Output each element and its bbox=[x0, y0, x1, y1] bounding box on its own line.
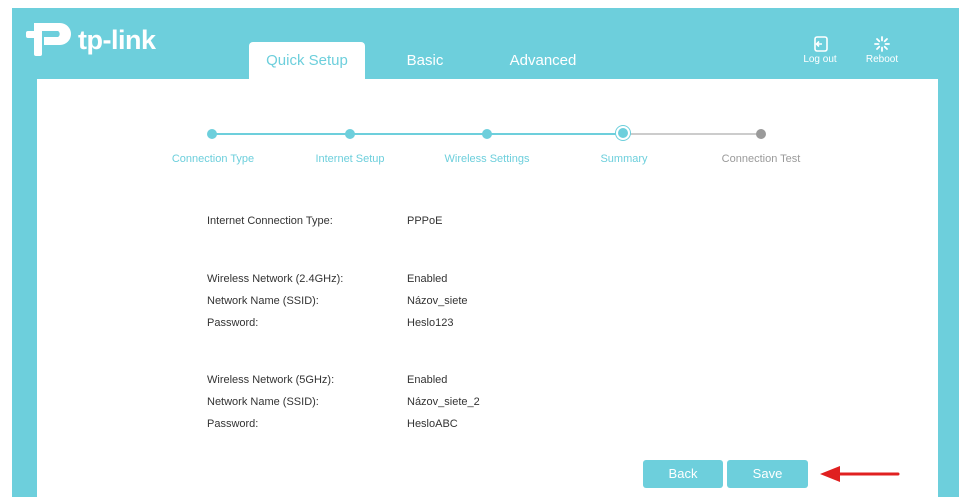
wifi24-status-value: Enabled bbox=[407, 273, 448, 285]
step-label-wireless-settings: Wireless Settings bbox=[444, 153, 530, 165]
progress-track-upcoming bbox=[624, 133, 761, 135]
tab-advanced[interactable]: Advanced bbox=[500, 42, 586, 79]
step-dot-connection-type bbox=[207, 129, 217, 139]
save-button[interactable]: Save bbox=[727, 460, 808, 488]
wifi24-ssid-label: Network Name (SSID): bbox=[207, 295, 319, 307]
internet-type-value: PPPoE bbox=[407, 215, 443, 227]
logout-label: Log out bbox=[803, 54, 837, 65]
step-label-connection-type: Connection Type bbox=[171, 153, 255, 165]
step-dot-wireless-settings bbox=[482, 129, 492, 139]
wifi24-ssid-value: Názov_siete bbox=[407, 295, 468, 307]
wifi5-ssid-label: Network Name (SSID): bbox=[207, 396, 319, 408]
reboot-label: Reboot bbox=[865, 54, 899, 65]
tp-link-logo: tp-link bbox=[26, 22, 156, 58]
wifi24-status-label: Wireless Network (2.4GHz): bbox=[207, 273, 344, 285]
tp-link-logo-text: tp-link bbox=[78, 24, 156, 55]
step-dot-summary bbox=[618, 128, 628, 138]
reboot-button[interactable]: Reboot bbox=[862, 36, 902, 65]
internet-type-label: Internet Connection Type: bbox=[207, 215, 333, 227]
tp-link-logo-icon bbox=[26, 23, 71, 56]
progress-track-done bbox=[212, 133, 624, 135]
step-dot-connection-test bbox=[756, 129, 766, 139]
wifi5-status-label: Wireless Network (5GHz): bbox=[207, 374, 335, 386]
back-button[interactable]: Back bbox=[643, 460, 723, 488]
wifi24-password-value: Heslo123 bbox=[407, 317, 454, 329]
wifi5-ssid-value: Názov_siete_2 bbox=[407, 396, 480, 408]
logout-button[interactable]: Log out bbox=[800, 36, 840, 65]
step-label-summary: Summary bbox=[600, 153, 648, 165]
logout-icon bbox=[814, 36, 828, 52]
content-panel bbox=[37, 79, 938, 497]
tab-basic[interactable]: Basic bbox=[395, 42, 455, 79]
wifi5-status-value: Enabled bbox=[407, 374, 448, 386]
wifi5-password-label: Password: bbox=[207, 418, 259, 430]
wifi5-password-value: HesloABC bbox=[407, 418, 458, 430]
wifi24-password-label: Password: bbox=[207, 317, 259, 329]
red-arrow-annotation-icon bbox=[820, 466, 900, 482]
tab-quick-setup[interactable]: Quick Setup bbox=[249, 42, 365, 79]
reboot-icon bbox=[874, 36, 890, 52]
step-label-internet-setup: Internet Setup bbox=[315, 153, 385, 165]
step-dot-internet-setup bbox=[345, 129, 355, 139]
step-label-connection-test: Connection Test bbox=[721, 153, 801, 165]
